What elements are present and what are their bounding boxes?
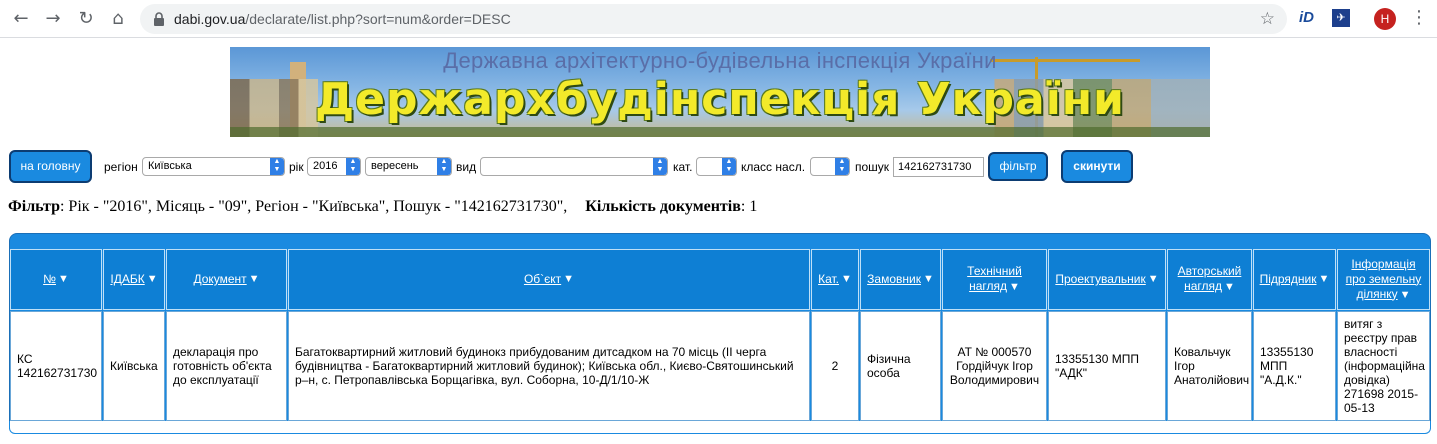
banner-subtitle: Державна архітектурно-будівельна інспекц…: [443, 48, 997, 73]
sort-down-icon: ▼: [922, 273, 934, 285]
category-label: кат.: [673, 160, 693, 174]
back-icon[interactable]: ←: [10, 8, 32, 30]
filter-button[interactable]: фільтр: [988, 152, 1048, 181]
column-header-land-info[interactable]: Інформація про земельну ділянку ▼: [1337, 249, 1430, 310]
table-cell-category: 2: [811, 311, 859, 421]
table-cell-designer: 13355130 МПП "АДК": [1048, 311, 1166, 421]
sort-down-icon: ▼: [1009, 281, 1020, 293]
month-select[interactable]: вересень ▲ ▼: [365, 157, 452, 176]
table-cell-number: КС 142162731730: [10, 311, 102, 421]
document-count-label: Кількість документів: [585, 198, 741, 215]
type-label: вид: [456, 160, 477, 174]
search-input[interactable]: [893, 157, 984, 177]
column-header-idabk[interactable]: ІДАБК ▼: [103, 249, 165, 310]
class-label: класс насл.: [741, 160, 806, 174]
category-select[interactable]: ▲ ▼: [696, 157, 737, 176]
select-arrows-icon: ▲ ▼: [437, 158, 451, 175]
year-select[interactable]: 2016 ▲ ▼: [307, 157, 361, 176]
site-banner: Державна архітектурно-будівельна інспекц…: [230, 47, 1210, 137]
column-header-customer[interactable]: Замовник ▼: [860, 249, 941, 310]
table-cell-land-info: витяг з реєстру прав власності (інформац…: [1337, 311, 1430, 421]
table-cell-document: декларація про готовність об'єкта до екс…: [166, 311, 287, 421]
select-arrows-icon: ▲ ▼: [653, 158, 667, 175]
url-text: dabi.gov.ua/declarate/list.php?sort=num&…: [174, 11, 511, 27]
table-cell-object: Багатоквартирний житловий будинокз прибу…: [288, 311, 810, 421]
sort-down-icon: ▼: [1224, 281, 1235, 293]
reload-icon[interactable]: ↻: [75, 8, 97, 30]
table-cell-technical-supervision: АТ № 000570 Гордійчук Ігор Володимирович: [942, 311, 1047, 421]
class-select[interactable]: ▲ ▼: [810, 157, 850, 176]
column-header-contractor[interactable]: Підрядник ▼: [1253, 249, 1336, 310]
sort-down-icon: ▼: [563, 273, 575, 285]
column-header-technical-supervision[interactable]: Технічний нагляд ▼: [942, 249, 1047, 310]
results-table-footer: [9, 421, 1431, 434]
select-arrows-icon: ▲ ▼: [835, 158, 849, 175]
filter-summary-text: : Рік - "2016", Місяць - "09", Регіон - …: [59, 198, 568, 215]
banner-title: Держархбудінспекція України: [314, 74, 1126, 125]
select-arrows-icon: ▲ ▼: [346, 158, 360, 175]
document-count-value: : 1: [740, 198, 758, 215]
region-select[interactable]: Київська ▲ ▼: [142, 157, 285, 176]
year-label: рік: [289, 160, 304, 174]
column-header-category[interactable]: Кат. ▼: [811, 249, 859, 310]
region-label: регіон: [104, 160, 138, 174]
sort-down-icon: ▼: [57, 273, 69, 285]
type-select[interactable]: ▲ ▼: [480, 157, 668, 176]
bookmark-star-icon[interactable]: ☆: [1260, 9, 1275, 29]
address-bar[interactable]: dabi.gov.ua/declarate/list.php?sort=num&…: [140, 4, 1287, 34]
select-arrows-icon: ▲ ▼: [722, 158, 736, 175]
column-header-designer[interactable]: Проектувальник ▼: [1048, 249, 1166, 310]
table-cell-customer: Фізична особа: [860, 311, 941, 421]
column-header-number[interactable]: № ▼: [10, 249, 102, 310]
reset-button[interactable]: скинути: [1061, 150, 1133, 183]
sort-down-icon: ▼: [146, 273, 158, 285]
profile-avatar[interactable]: Н: [1374, 8, 1396, 30]
sort-down-icon: ▼: [248, 273, 260, 285]
home-button[interactable]: на головну: [9, 150, 92, 183]
sort-down-icon: ▼: [1399, 288, 1411, 301]
forward-icon[interactable]: →: [42, 8, 64, 30]
table-cell-author-supervision: Ковальчук Ігор Анатолійович: [1167, 311, 1252, 421]
table-cell-contractor: 13355130 МПП "А.Д.К.": [1253, 311, 1336, 421]
browser-toolbar: ← → ↻ ⌂ dabi.gov.ua/declarate/list.php?s…: [0, 0, 1437, 38]
search-label: пошук: [855, 160, 890, 174]
select-arrows-icon: ▲ ▼: [270, 158, 284, 175]
table-cell-idabk: Київська: [103, 311, 165, 421]
filter-summary-label: Фільтр: [8, 198, 60, 215]
id-extension-icon[interactable]: iD: [1299, 9, 1314, 26]
home-icon[interactable]: ⌂: [107, 8, 129, 30]
column-header-document[interactable]: Документ ▼: [166, 249, 287, 310]
sort-down-icon: ▼: [1318, 273, 1330, 285]
banner-ground: [230, 127, 1210, 137]
lock-icon: [154, 12, 164, 26]
column-header-object[interactable]: Об`єкт ▼: [288, 249, 810, 310]
menu-kebab-icon[interactable]: ⋮: [1410, 7, 1428, 28]
sort-down-icon: ▼: [841, 273, 852, 285]
filter-summary: Фільтр: Рік - "2016", Місяць - "09", Рег…: [8, 198, 757, 216]
sort-down-icon: ▼: [1147, 273, 1159, 285]
column-header-author-supervision[interactable]: Авторський нагляд ▼: [1167, 249, 1252, 310]
extension-icon[interactable]: ✈: [1332, 9, 1350, 27]
